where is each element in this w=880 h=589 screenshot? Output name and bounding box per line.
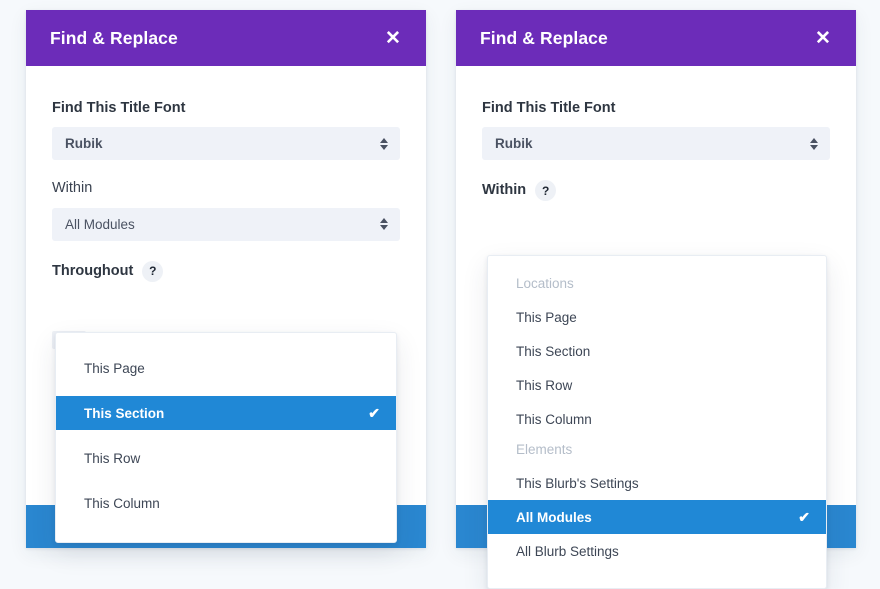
within-dropdown-menu: Locations This Page This Section This Ro… <box>487 255 827 589</box>
close-icon[interactable]: ✕ <box>382 27 404 49</box>
dialog-header: Find & Replace ✕ <box>456 10 856 66</box>
dropdown-option-this-column[interactable]: This Column <box>56 486 396 520</box>
dropdown-option-label: All Modules <box>516 510 592 525</box>
dropdown-option-label: All Blurb Settings <box>516 544 619 559</box>
field-label: Within ? <box>482 180 830 201</box>
dropdown-option-label: This Row <box>84 451 140 466</box>
find-replace-dialog-left: Find & Replace ✕ Find This Title Font Ru… <box>26 10 426 548</box>
dropdown-option-label: This Section <box>84 406 164 421</box>
field-label-text: Within <box>482 182 526 199</box>
dropdown-option-this-row[interactable]: This Row <box>56 441 396 475</box>
title-font-select-value: Rubik <box>495 136 533 151</box>
dropdown-option-label: This Section <box>516 344 590 359</box>
field-label-text: Find This Title Font <box>52 100 185 117</box>
find-replace-dialog-right: Find & Replace ✕ Find This Title Font Ru… <box>456 10 856 548</box>
title-font-select[interactable]: Rubik <box>52 127 400 160</box>
field-label: Find This Title Font <box>482 100 830 117</box>
dropdown-option-this-section[interactable]: This Section <box>488 334 826 368</box>
dropdown-option-label: This Row <box>516 378 572 393</box>
field-throughout: Throughout ? <box>52 261 400 282</box>
dropdown-option-this-blurbs-settings[interactable]: This Blurb's Settings <box>488 466 826 500</box>
field-label-text: Within <box>52 180 92 197</box>
dropdown-option-label: This Page <box>84 361 145 376</box>
dropdown-option-all-modules[interactable]: All Modules ✔ <box>488 500 826 534</box>
throughout-dropdown-menu: This Page This Section ✔ This Row This C… <box>55 332 397 543</box>
field-label-text: Find This Title Font <box>482 100 615 117</box>
within-select[interactable]: All Modules <box>52 208 400 241</box>
field-within: Within All Modules <box>52 180 400 240</box>
within-select-value: All Modules <box>65 217 135 232</box>
dropdown-group-header-elements: Elements <box>488 436 826 466</box>
dropdown-option-label: This Column <box>516 412 592 427</box>
field-label: Throughout ? <box>52 261 400 282</box>
field-find-title-font: Find This Title Font Rubik <box>482 100 830 160</box>
dropdown-option-this-section[interactable]: This Section ✔ <box>56 396 396 430</box>
dialog-body: Find This Title Font Rubik Within ? L <box>456 66 856 505</box>
field-find-title-font: Find This Title Font Rubik <box>52 100 400 160</box>
check-icon: ✔ <box>368 406 380 420</box>
spinner-arrows-icon <box>380 138 388 150</box>
dropdown-option-this-column[interactable]: This Column <box>488 402 826 436</box>
dropdown-option-label: This Column <box>84 496 160 511</box>
dropdown-option-label: This Blurb's Settings <box>516 476 639 491</box>
spinner-arrows-icon <box>810 138 818 150</box>
field-label: Within <box>52 180 400 197</box>
title-font-select-value: Rubik <box>65 136 103 151</box>
close-icon[interactable]: ✕ <box>812 27 834 49</box>
dialog-body: Find This Title Font Rubik Within All Mo… <box>26 66 426 505</box>
screen: Find & Replace ✕ Find This Title Font Ru… <box>0 0 880 562</box>
dropdown-option-this-row[interactable]: This Row <box>488 368 826 402</box>
check-icon: ✔ <box>798 510 810 524</box>
dropdown-option-this-page[interactable]: This Page <box>56 351 396 385</box>
dropdown-group-header-locations: Locations <box>488 270 826 300</box>
dropdown-option-label: This Page <box>516 310 577 325</box>
dialog-title: Find & Replace <box>480 28 608 49</box>
help-icon[interactable]: ? <box>142 261 163 282</box>
field-within: Within ? <box>482 180 830 201</box>
title-font-select[interactable]: Rubik <box>482 127 830 160</box>
dialog-header: Find & Replace ✕ <box>26 10 426 66</box>
field-label: Find This Title Font <box>52 100 400 117</box>
dropdown-option-this-page[interactable]: This Page <box>488 300 826 334</box>
spinner-arrows-icon <box>380 218 388 230</box>
dropdown-option-all-blurb-settings[interactable]: All Blurb Settings <box>488 534 826 568</box>
field-label-text: Throughout <box>52 263 133 280</box>
dialog-title: Find & Replace <box>50 28 178 49</box>
help-icon[interactable]: ? <box>535 180 556 201</box>
